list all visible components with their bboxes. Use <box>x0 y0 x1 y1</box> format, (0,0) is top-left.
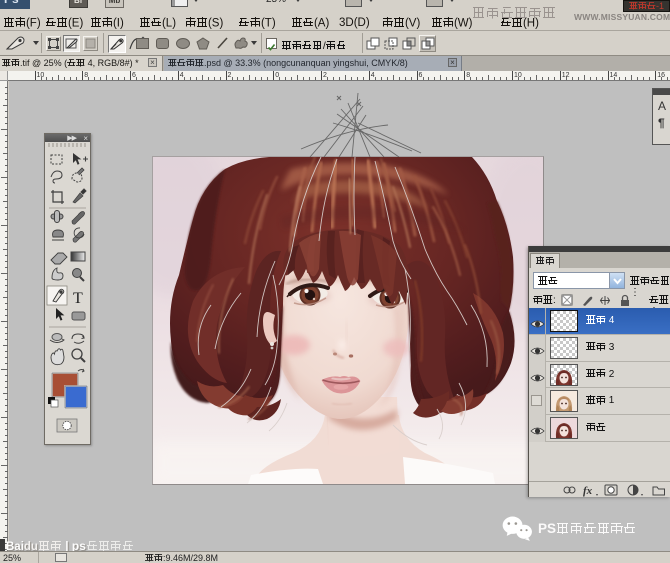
svg-text:T: T <box>73 290 83 307</box>
svg-text:fx: fx <box>583 485 593 497</box>
